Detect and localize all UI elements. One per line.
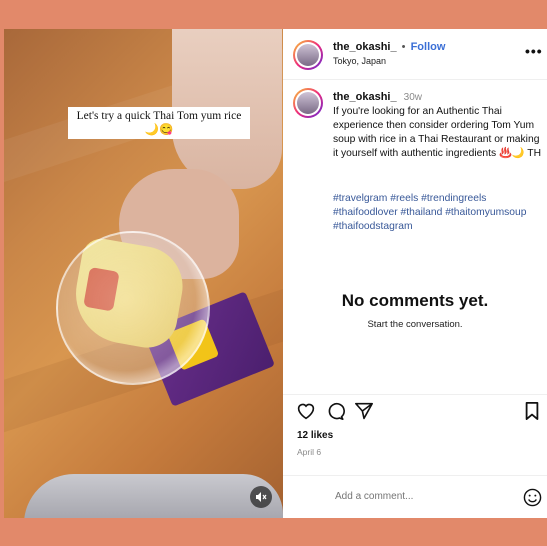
caption-header: the_okashi_ 30w — [333, 91, 422, 103]
bookmark-icon[interactable] — [524, 402, 540, 425]
comment-icon[interactable] — [325, 402, 345, 425]
more-options-icon[interactable]: ••• — [525, 43, 543, 59]
location-label[interactable]: Tokyo, Japan — [333, 56, 386, 66]
avatar[interactable] — [293, 40, 323, 70]
header-username[interactable]: the_okashi_ — [333, 41, 397, 53]
post-date: April 6 — [297, 447, 322, 457]
speaker-muted-icon[interactable] — [250, 486, 272, 508]
heart-icon[interactable] — [296, 402, 316, 425]
add-comment-bar — [283, 475, 547, 518]
caption-username[interactable]: the_okashi_ — [333, 91, 397, 103]
emoji-icon[interactable] — [523, 488, 542, 512]
caption-avatar[interactable] — [293, 88, 323, 118]
caption-text: If you're looking for an Authentic Thai … — [333, 106, 542, 159]
post-age: 30w — [403, 92, 423, 103]
action-bar — [283, 394, 547, 420]
video-caption: Let's try a quick Thai Tom yum rice 🌙😋 — [68, 107, 250, 139]
separator-dot: • — [401, 41, 406, 53]
sleeve-image — [24, 474, 283, 518]
hashtags[interactable]: #travelgram #reels #trendingreels #thaif… — [333, 192, 545, 234]
no-comments-subtitle: Start the conversation. — [367, 319, 463, 330]
header-username-row: the_okashi_ • Follow — [333, 41, 445, 53]
post-video[interactable]: Let's try a quick Thai Tom yum rice 🌙😋 — [4, 29, 283, 518]
no-comments-title: No comments yet. — [341, 291, 489, 310]
clear-bowl-image — [56, 231, 210, 385]
post-sidebar: the_okashi_ • Follow Tokyo, Japan ••• th… — [283, 29, 547, 518]
follow-button[interactable]: Follow — [411, 41, 446, 53]
instagram-post: Let's try a quick Thai Tom yum rice 🌙😋 t… — [4, 29, 547, 518]
comment-input[interactable] — [335, 491, 495, 502]
share-icon[interactable] — [354, 402, 374, 425]
post-header: the_okashi_ • Follow Tokyo, Japan ••• — [283, 29, 547, 80]
likes-count[interactable]: 12 likes — [297, 430, 333, 441]
